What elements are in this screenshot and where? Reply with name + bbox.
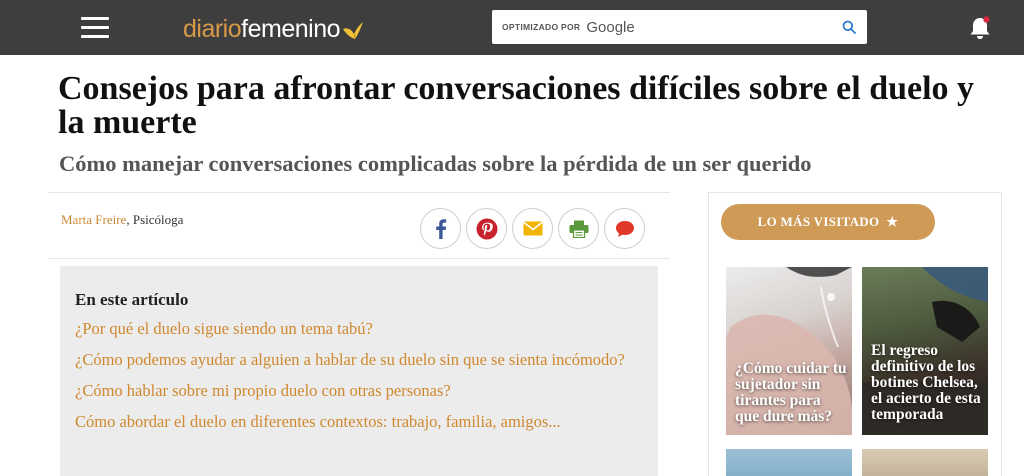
email-icon <box>523 221 542 236</box>
facebook-share-button[interactable] <box>420 208 461 249</box>
search-box: OPTIMIZADO POR Google <box>492 10 867 44</box>
article-subtitle: Cómo manejar conversaciones complicadas … <box>59 151 812 176</box>
most-visited-button[interactable]: LO MÁS VISITADO ★ <box>721 204 935 240</box>
search-button[interactable] <box>831 10 867 44</box>
most-visited-label: LO MÁS VISITADO <box>757 214 880 229</box>
logo-text-femenino: femenino <box>241 15 341 43</box>
site-header: diario femenino OPTIMIZADO POR Google <box>0 0 1024 55</box>
logo-bird-icon <box>343 22 364 40</box>
toc-list: ¿Por qué el duelo sigue siendo un tema t… <box>75 318 635 442</box>
print-share-button[interactable] <box>558 208 599 249</box>
search-input[interactable] <box>634 13 831 41</box>
menu-icon[interactable] <box>81 17 109 39</box>
byline: Marta Freire, Psicóloga <box>61 212 183 228</box>
toc-link[interactable]: ¿Cómo hablar sobre mi propio duelo con o… <box>75 380 635 402</box>
article-card[interactable] <box>726 449 852 476</box>
search-provider-label: Google <box>586 18 635 36</box>
toc-link[interactable]: ¿Por qué el duelo sigue siendo un tema t… <box>75 318 635 340</box>
article-card[interactable]: El regreso definitivo de los botines Che… <box>862 267 988 435</box>
search-optimized-label: OPTIMIZADO POR <box>502 22 581 32</box>
pinterest-icon <box>476 218 497 239</box>
toc-link[interactable]: Cómo abordar el duelo en diferentes cont… <box>75 411 635 433</box>
comment-share-button[interactable] <box>604 208 645 249</box>
divider <box>48 192 670 193</box>
article-card[interactable]: ¿Cómo cuidar tu sujetador sin tirantes p… <box>726 267 852 435</box>
divider <box>48 258 670 259</box>
author-link[interactable]: Marta Freire <box>61 212 126 227</box>
email-share-button[interactable] <box>512 208 553 249</box>
notifications-bell-icon[interactable] <box>968 15 992 41</box>
logo-text-diario: diario <box>183 15 242 43</box>
facebook-icon <box>435 218 446 239</box>
toc-link[interactable]: ¿Cómo podemos ayudar a alguien a hablar … <box>75 349 635 371</box>
table-of-contents: En este artículo ¿Por qué el duelo sigue… <box>60 266 658 476</box>
share-bar <box>420 208 645 249</box>
card-title: El regreso definitivo de los botines Che… <box>871 342 981 423</box>
print-icon <box>569 220 588 238</box>
card-title: ¿Cómo cuidar tu sujetador sin tirantes p… <box>735 360 847 425</box>
comment-icon <box>615 220 634 237</box>
site-logo[interactable]: diario femenino <box>183 12 364 44</box>
article-title: Consejos para afrontar conversaciones di… <box>58 70 975 141</box>
sidebar: LO MÁS VISITADO ★ ¿Cómo cuidar tu sujeta… <box>708 192 1002 476</box>
toc-title: En este artículo <box>75 290 189 309</box>
pinterest-share-button[interactable] <box>466 208 507 249</box>
search-icon <box>842 20 856 34</box>
star-icon: ★ <box>886 214 899 229</box>
author-role: , Psicóloga <box>126 212 184 227</box>
article-card[interactable] <box>862 449 988 476</box>
